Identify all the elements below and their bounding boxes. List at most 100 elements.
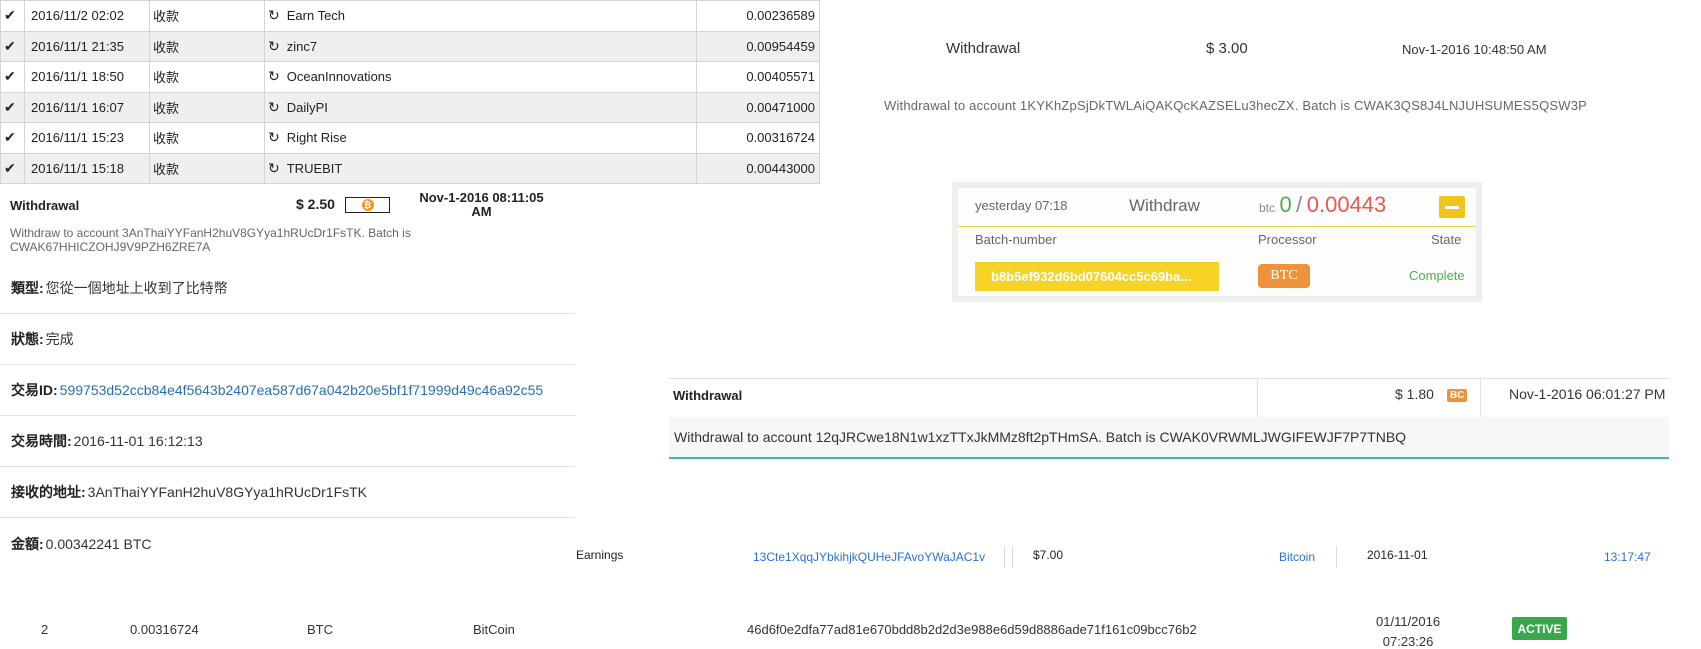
tx-source: ↻ zinc7: [264, 30, 697, 62]
table-row[interactable]: ✔ 2016/11/1 15:18 收款 ↻ TRUEBIT 0.00443000: [0, 152, 820, 184]
batch-number-chip[interactable]: b8b5ef932d6bd07604cc5c69ba...: [975, 262, 1219, 291]
detail-value: 2016-11-01 16:12:13: [73, 433, 203, 449]
tx-date: 2016/11/1 15:18: [24, 152, 150, 184]
state-header: State: [1431, 232, 1462, 247]
detail-value: 完成: [45, 331, 74, 347]
bitcoin-icon: ₿: [361, 199, 374, 211]
tx-amount: 0.00471000: [696, 91, 820, 123]
withdraw-title: Withdraw: [1129, 196, 1200, 215]
withdrawal-description: Withdrawal to account 12qJRCwe18N1w1xzTT…: [674, 429, 1407, 445]
withdrawal-title: Withdrawal: [10, 198, 80, 213]
tx-source: ↻ DailyPI: [264, 91, 697, 123]
check-icon: ✔: [0, 61, 25, 93]
status-badge: ACTIVE: [1512, 617, 1567, 640]
withdrawal-amount: $ 2.50: [296, 196, 335, 212]
withdrawal-date: Nov-1-2016 06:01:27 PM: [1509, 386, 1666, 402]
detail-value: 3AnThaiYYFanH2huV8GYya1hRUcDr1FsTK: [87, 484, 368, 500]
tx-source: ↻ Earn Tech: [264, 0, 697, 32]
tx-date: 2016/11/2 02:02: [24, 0, 150, 32]
divider: [1336, 546, 1337, 568]
payout-amount: 0.00316724: [130, 622, 199, 637]
earnings-time: 13:17:47: [1604, 550, 1651, 564]
tx-source-name: DailyPI: [286, 99, 328, 115]
processor-header: Processor: [1258, 232, 1317, 247]
payout-hash: 46d6f0e2dfa77ad81e670bdd8b2d2d3e988e6d59…: [747, 622, 1197, 637]
check-icon: ✔: [0, 152, 25, 184]
withdrawal-description: Withdraw to account 3AnThaiYYFanH2huV8GY…: [10, 226, 411, 254]
tx-date: 2016/11/1 15:23: [24, 122, 150, 154]
bc-badge: BC: [1447, 389, 1468, 402]
detail-label: 金額:: [11, 535, 44, 552]
detail-row: 交易ID: 599753d52ccb84e4f5643b2407ea587d67a…: [0, 365, 575, 416]
detail-value: 0.00342241 BTC: [45, 535, 152, 552]
check-icon: ✔: [0, 0, 25, 32]
divider: [1480, 378, 1481, 417]
tx-type: 收款: [149, 61, 265, 93]
tx-date: 2016/11/1 18:50: [24, 61, 150, 93]
refresh-icon: ↻: [268, 37, 280, 54]
state-value: Complete: [1409, 268, 1465, 283]
tx-amount: 0.00316724: [696, 122, 820, 154]
transaction-table: ✔ 2016/11/2 02:02 收款 ↻ Earn Tech 0.00236589 ✔ 2…: [0, 0, 820, 184]
payout-currency: BTC: [307, 622, 333, 637]
detail-row: 狀態: 完成: [0, 314, 575, 365]
tx-source-name: TRUEBIT: [286, 160, 343, 176]
earnings-method-link[interactable]: Bitcoin: [1279, 550, 1315, 564]
refresh-icon: ↻: [268, 159, 280, 176]
payout-method: BitCoin: [473, 622, 515, 637]
withdraw-card: yesterday 07:18 Withdraw btc 0 / 0.00443…: [952, 182, 1482, 302]
batch-header: Batch-number: [975, 232, 1057, 247]
table-row[interactable]: ✔ 2016/11/1 21:35 收款 ↻ zinc7 0.00954459: [0, 30, 820, 62]
withdraw-amount: btc 0 / 0.00443: [1259, 192, 1387, 217]
tx-source: ↻ OceanInnovations: [264, 61, 697, 93]
detail-label: 類型:: [11, 280, 44, 296]
earnings-type: Earnings: [576, 548, 624, 562]
refresh-icon: ↻: [268, 129, 280, 146]
tx-date: 2016/11/1 16:07: [24, 91, 150, 123]
detail-label: 接收的地址:: [11, 484, 86, 500]
processor-badge: BTC: [1258, 264, 1310, 288]
withdrawal-date: Nov-1-2016 10:48:50 AM: [1402, 42, 1547, 57]
withdrawal-description: Withdrawal to account 1KYKhZpSjDkTWLAiQA…: [884, 98, 1588, 113]
tx-source-name: zinc7: [286, 38, 318, 54]
detail-label: 交易時間:: [11, 433, 72, 449]
payout-number: 2: [41, 622, 49, 637]
tx-type: 收款: [149, 91, 265, 123]
divider: [1012, 546, 1013, 568]
tx-type: 收款: [149, 122, 265, 154]
withdrawal-date: Nov-1-2016 08:11:05 AM: [419, 190, 544, 219]
tx-amount: 0.00443000: [696, 152, 820, 184]
detail-row: 金額: 0.00342241 BTC: [0, 518, 575, 569]
transaction-id-link[interactable]: 599753d52ccb84e4f5643b2407ea587d67a042b2…: [60, 382, 543, 398]
earnings-amount: $7.00: [1033, 548, 1064, 562]
table-row[interactable]: ✔ 2016/11/1 16:07 收款 ↻ DailyPI 0.00471000: [0, 91, 820, 123]
detail-row: 交易時間: 2016-11-01 16:12:13: [0, 416, 575, 467]
refresh-icon: ↻: [268, 68, 280, 85]
detail-row: 接收的地址: 3AnThaiYYFanH2huV8GYya1hRUcDr1FsTK: [0, 467, 575, 518]
divider: [1004, 546, 1005, 568]
tx-source: ↻ Right Rise: [264, 122, 697, 154]
withdrawal-title: Withdrawal: [946, 40, 1021, 57]
detail-row: 類型: 您從一個地址上收到了比特幣: [0, 263, 575, 314]
detail-value: 您從一個地址上收到了比特幣: [45, 280, 228, 296]
tx-source-name: OceanInnovations: [286, 69, 392, 85]
table-row[interactable]: ✔ 2016/11/1 18:50 收款 ↻ OceanInnovations 0.004…: [0, 61, 820, 93]
tx-amount: 0.00236589: [696, 0, 820, 32]
payout-datetime: 01/11/2016 07:23:26: [1376, 614, 1441, 649]
refresh-icon: ↻: [268, 7, 280, 24]
tx-amount: 0.00405571: [696, 61, 820, 93]
collapse-button[interactable]: [1439, 196, 1465, 218]
withdraw-time: yesterday 07:18: [975, 198, 1068, 213]
tx-type: 收款: [149, 30, 265, 62]
table-row[interactable]: ✔ 2016/11/1 15:23 收款 ↻ Right Rise 0.00316724: [0, 122, 820, 154]
check-icon: ✔: [0, 122, 25, 154]
table-row[interactable]: ✔ 2016/11/2 02:02 收款 ↻ Earn Tech 0.00236589: [0, 0, 820, 32]
divider: [669, 378, 1669, 379]
withdrawal-amount: $ 1.80: [1395, 386, 1434, 402]
withdrawal-amount: $ 3.00: [1206, 40, 1248, 57]
divider: [1257, 378, 1258, 417]
tx-date: 2016/11/1 21:35: [24, 30, 150, 62]
earnings-address-link[interactable]: 13Cte1XqqJYbkihjkQUHeJFAvoYWaJAC1v: [753, 550, 985, 564]
tx-source: ↻ TRUEBIT: [264, 152, 697, 184]
detail-label: 狀態:: [11, 331, 44, 347]
